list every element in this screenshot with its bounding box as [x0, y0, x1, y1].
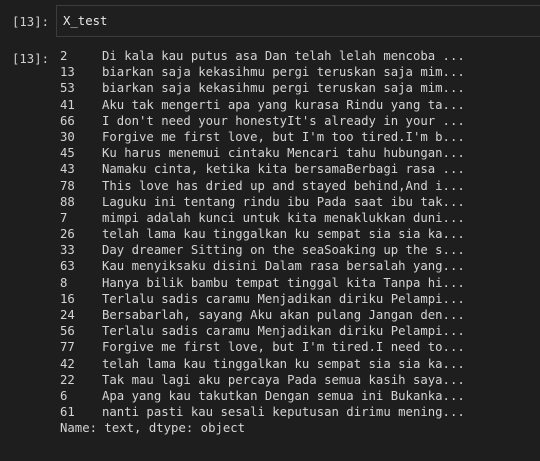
row-text: Day dreamer Sitting on the seaSoaking up…	[102, 243, 465, 258]
series-row: 88 Laguku ini tentang rindu ibu Pada saat…	[60, 194, 540, 210]
row-index: 30	[60, 129, 75, 144]
row-index: 7	[60, 210, 68, 225]
series-row: 13 biarkan saja kekasihmu pergi teruskan …	[60, 64, 540, 80]
row-text: Namaku cinta, ketika kita bersamaBerbagi…	[102, 162, 465, 177]
row-index: 78	[60, 178, 75, 193]
row-index: 33	[60, 243, 75, 258]
row-index: 63	[60, 259, 75, 274]
row-text: mimpi adalah kunci untuk kita menaklukka…	[102, 210, 465, 225]
row-index: 66	[60, 113, 75, 128]
row-index: 53	[60, 81, 75, 96]
row-text: Kau menyiksaku disini Dalam rasa bersala…	[102, 259, 465, 274]
code-cell-input[interactable]: X_test	[56, 5, 540, 37]
row-text: Apa yang kau takutkan Dengan semua ini B…	[102, 388, 465, 403]
input-prompt: [13]:	[12, 15, 50, 29]
series-row: 6 Apa yang kau takutkan Dengan semua ini …	[60, 388, 540, 404]
row-index: 6	[60, 388, 68, 403]
row-index: 26	[60, 227, 75, 242]
series-row: 8 Hanya bilik bambu tempat tinggal kita T…	[60, 275, 540, 291]
series-row: 61 nanti pasti kau sesali keputusan dirim…	[60, 404, 540, 420]
row-text: nanti pasti kau sesali keputusan dirimu …	[102, 405, 465, 420]
row-index: 41	[60, 97, 75, 112]
row-index: 16	[60, 291, 75, 306]
row-text: Ku harus menemui cintaku Mencari tahu hu…	[102, 146, 465, 161]
series-row: 16 Terlalu sadis caramu Menjadikan diriku…	[60, 291, 540, 307]
series-row: 2 Di kala kau putus asa Dan telah lelah m…	[60, 48, 540, 64]
row-index: 45	[60, 146, 75, 161]
series-row: 7 mimpi adalah kunci untuk kita menaklukk…	[60, 210, 540, 226]
series-row: 41 Aku tak mengerti apa yang kurasa Rindu…	[60, 97, 540, 113]
row-index: 22	[60, 372, 75, 387]
row-text: Di kala kau putus asa Dan telah lelah me…	[102, 49, 465, 63]
series-row: 45 Ku harus menemui cintaku Mencari tahu …	[60, 145, 540, 161]
series-row: 56 Terlalu sadis caramu Menjadikan diriku…	[60, 323, 540, 339]
code-text: X_test	[63, 14, 108, 28]
row-text: Tak mau lagi aku percaya Pada semua kasi…	[102, 372, 465, 387]
row-index: 61	[60, 405, 75, 420]
series-row: 24 Bersabarlah, sayang Aku akan pulang Ja…	[60, 307, 540, 323]
series-row: 78 This love has dried up and stayed behi…	[60, 178, 540, 194]
series-row: 43 Namaku cinta, ketika kita bersamaBerba…	[60, 161, 540, 177]
series-row: 63 Kau menyiksaku disini Dalam rasa bersa…	[60, 258, 540, 274]
row-text: Aku tak mengerti apa yang kurasa Rindu y…	[102, 97, 465, 112]
row-index: 42	[60, 356, 75, 371]
row-text: telah lama kau tinggalkan ku sempat sia …	[102, 227, 465, 242]
row-text: telah lama kau tinggalkan ku sempat sia …	[102, 356, 465, 371]
series-row: 77 Forgive me first love, but I'm tired.I…	[60, 339, 540, 355]
row-index: 88	[60, 194, 75, 209]
row-index: 43	[60, 162, 75, 177]
cell-output: 2 Di kala kau putus asa Dan telah lelah m…	[60, 48, 540, 437]
row-index: 24	[60, 308, 75, 322]
row-text: Terlalu sadis caramu Menjadikan diriku P…	[102, 291, 465, 306]
row-text: biarkan saja kekasihmu pergi teruskan sa…	[102, 65, 465, 80]
row-text: This love has dried up and stayed behind…	[102, 178, 465, 193]
series-row: 42 telah lama kau tinggalkan ku sempat si…	[60, 356, 540, 372]
row-text: Forgive me first love, but I'm too tired…	[102, 129, 465, 144]
series-row: 26 telah lama kau tinggalkan ku sempat si…	[60, 226, 540, 242]
row-text: Bersabarlah, sayang Aku akan pulang Jang…	[102, 308, 465, 322]
row-text: Hanya bilik bambu tempat tinggal kita Ta…	[102, 275, 465, 290]
series-row: 53 biarkan saja kekasihmu pergi teruskan …	[60, 80, 540, 96]
series-row: 30 Forgive me first love, but I'm too tir…	[60, 129, 540, 145]
series-row: 66 I don't need your honestyIt's already …	[60, 113, 540, 129]
row-index: 8	[60, 275, 68, 290]
row-index: 2	[60, 49, 68, 63]
output-prompt: [13]:	[12, 52, 50, 66]
series-row: 33 Day dreamer Sitting on the seaSoaking …	[60, 242, 540, 258]
series-row: 22 Tak mau lagi aku percaya Pada semua ka…	[60, 372, 540, 388]
row-text: biarkan saja kekasihmu pergi teruskan sa…	[102, 81, 465, 96]
row-text: Forgive me first love, but I'm tired.I n…	[102, 340, 465, 355]
row-text: I don't need your honestyIt's already in…	[102, 113, 465, 128]
row-index: 56	[60, 324, 75, 339]
series-footer: Name: text, dtype: object	[60, 421, 246, 436]
row-text: Laguku ini tentang rindu ibu Pada saat i…	[102, 194, 465, 209]
row-index: 13	[60, 65, 75, 80]
row-text: Terlalu sadis caramu Menjadikan diriku P…	[102, 324, 465, 339]
row-index: 77	[60, 340, 75, 355]
